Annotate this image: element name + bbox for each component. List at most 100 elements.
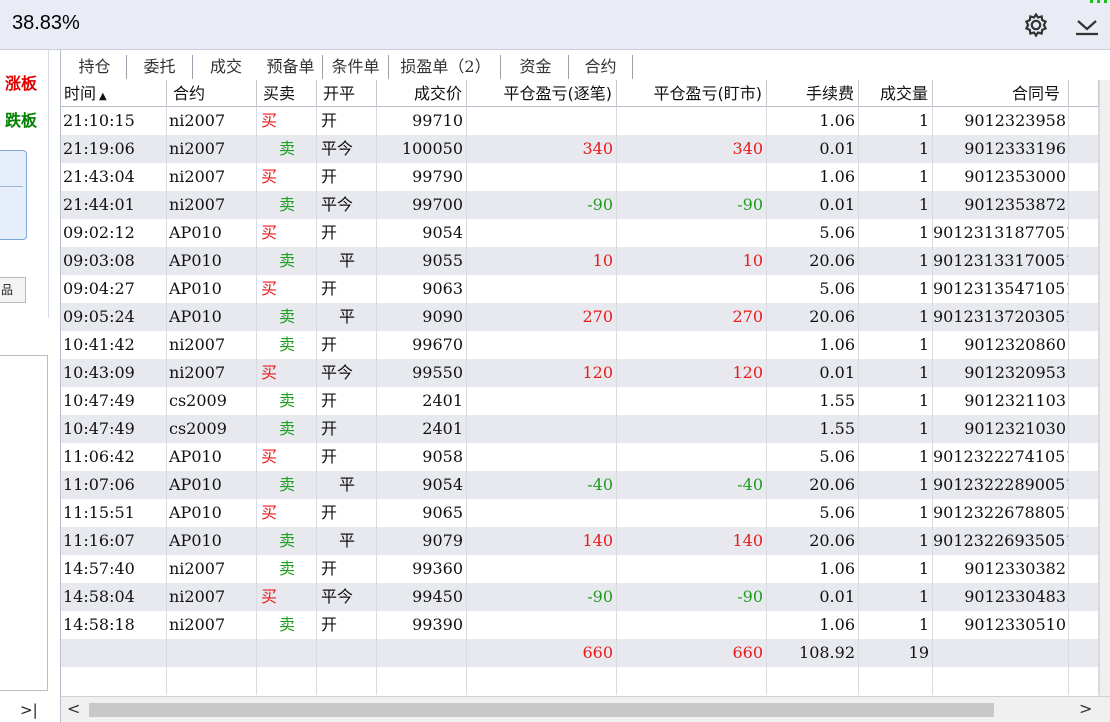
column-header[interactable]: 买卖: [257, 80, 317, 107]
cell-pnl-mark: [617, 499, 767, 527]
tab-6[interactable]: 资金: [503, 55, 569, 79]
table-row[interactable]: 11:07:06 AP010 卖平 9054 -40 -40 20.06 1 901232228…: [61, 471, 1099, 499]
cell-price: 2401: [377, 387, 467, 415]
cell-contract: ni2007: [167, 107, 257, 135]
column-header-label: 成交价: [413, 84, 462, 103]
tab-5[interactable]: 损盈单（2）: [391, 55, 501, 79]
tab-bar: 持仓 委托 成交 预备单 条件单 损盈单（2） 资金 合约: [61, 55, 1110, 79]
tab-2[interactable]: 成交: [193, 55, 259, 79]
column-header[interactable]: 平仓盈亏(盯市): [617, 80, 767, 107]
cell-price: 9055: [377, 247, 467, 275]
column-header-label: 成交量: [879, 84, 928, 103]
table-row[interactable]: 21:10:15 ni2007 买开 99710 1.06 1 9012323958: [61, 107, 1099, 135]
totals-fee: 108.92: [767, 639, 859, 667]
column-header[interactable]: 成交价: [377, 80, 467, 107]
cell-oc: 开: [317, 163, 377, 191]
cell--blank: [1069, 219, 1099, 247]
table-row[interactable]: 10:43:09 ni2007 买平今 99550 120 120 0.01 1 9012320…: [61, 359, 1099, 387]
cell-fee: 1.06: [767, 611, 859, 639]
table-row[interactable]: 14:58:18 ni2007 卖开 99390 1.06 1 9012330510: [61, 611, 1099, 639]
table-row[interactable]: 10:47:49 cs2009 卖开 2401 1.55 1 9012321030: [61, 415, 1099, 443]
cell-fee: 5.06: [767, 219, 859, 247]
cell-time: 14:58:04: [61, 583, 167, 611]
table-row[interactable]: 11:15:51AP010买开9065 5.061901232267880515: [61, 499, 1099, 527]
cell-oc: 平: [317, 247, 377, 275]
cell-fee: 20.06: [767, 471, 859, 499]
tab-3[interactable]: 预备单: [259, 55, 323, 79]
table-row[interactable]: 09:02:12AP010买开9054 5.061901231318770515: [61, 219, 1099, 247]
indicator-mark: [1090, 0, 1093, 3]
column-header[interactable]: 时间 ▲: [61, 80, 167, 107]
table-row[interactable]: 09:05:24 AP010 卖平 9090 270 270 20.06 1 901231372…: [61, 303, 1099, 331]
cell-price: 100050: [377, 135, 467, 163]
table-row[interactable]: 21:19:06 ni2007 卖平今 100050 340 340 0.01 1 901233…: [61, 135, 1099, 163]
table-row[interactable]: 10:41:42 ni2007 卖开 99670 1.06 1 9012320860: [61, 331, 1099, 359]
table-row[interactable]: 11:06:42AP010买开9058 5.061901232227410515: [61, 443, 1099, 471]
chevron-down-bar-icon[interactable]: [1074, 13, 1100, 39]
collapse-right-icon[interactable]: >|: [20, 701, 38, 719]
column-header[interactable]: 合约: [167, 80, 257, 107]
cell-pnl-trade: [467, 611, 617, 639]
cell-time: 11:16:07: [61, 527, 167, 555]
cell-side: 卖: [257, 471, 317, 499]
cell-qty: 1: [859, 527, 933, 555]
cell-qty: 1: [859, 275, 933, 303]
sort-asc-icon: ▲: [99, 91, 107, 102]
cell-side: 卖: [257, 303, 317, 331]
scroll-left-icon[interactable]: <: [67, 699, 80, 718]
cell-order: 9012323958: [933, 107, 1069, 135]
tab-7[interactable]: 合约: [569, 55, 633, 79]
column-header-label: 平仓盈亏(盯市): [653, 84, 763, 103]
table-row[interactable]: 21:44:01 ni2007 卖平今 99700 -90 -90 0.01 1 9012353…: [61, 191, 1099, 219]
cell--blank: [1069, 331, 1099, 359]
cell-pnl-trade: 140: [467, 527, 617, 555]
table-row[interactable]: 09:04:27AP010买开9063 5.061901231354710515: [61, 275, 1099, 303]
cell-order: 9012353000: [933, 163, 1069, 191]
side-button[interactable]: 品: [0, 277, 26, 303]
totals-oc: [317, 639, 377, 667]
cell-time: 14:57:40: [61, 555, 167, 583]
cell-oc: 平: [317, 527, 377, 555]
limit-up-label[interactable]: 涨板: [5, 70, 37, 94]
cell-fee: 20.06: [767, 527, 859, 555]
table-row[interactable]: 14:58:04 ni2007 买平今 99450 -90 -90 0.01 1 9012330…: [61, 583, 1099, 611]
cell-order: 901232228900515: [933, 471, 1069, 499]
cell-price: 9058: [377, 443, 467, 471]
totals--blank: [1069, 639, 1099, 667]
column-header[interactable]: 开平: [317, 80, 377, 107]
table-row[interactable]: 14:57:40 ni2007 卖开 99360 1.06 1 9012330382: [61, 555, 1099, 583]
cell-qty: 1: [859, 163, 933, 191]
cell-side: 买: [257, 163, 317, 191]
cell-order: 9012321103: [933, 387, 1069, 415]
column-header-label: 合约: [173, 84, 206, 103]
price-input-box[interactable]: [0, 150, 27, 240]
cell-qty: 1: [859, 555, 933, 583]
table-row[interactable]: 11:16:07 AP010 卖平 9079 140 140 20.06 1 901232269…: [61, 527, 1099, 555]
column-header[interactable]: 手续费: [767, 80, 859, 107]
cell-qty: 1: [859, 135, 933, 163]
column-header[interactable]: 成交量: [859, 80, 933, 107]
left-panel: 涨板 跌板 品 >|: [0, 50, 60, 722]
column-header[interactable]: 合同号: [933, 80, 1069, 107]
cell-pnl-mark: [617, 387, 767, 415]
column-header-label: 买卖: [263, 84, 296, 103]
horizontal-scrollbar[interactable]: < >: [61, 696, 1110, 722]
tab-4[interactable]: 条件单: [323, 55, 389, 79]
tab-1[interactable]: 委托: [127, 55, 193, 79]
cell-pnl-trade: -40: [467, 471, 617, 499]
column-header[interactable]: 平仓盈亏(逐笔): [467, 80, 617, 107]
gear-icon[interactable]: [1023, 12, 1049, 38]
table-row[interactable]: 10:47:49 cs2009 卖开 2401 1.55 1 9012321103: [61, 387, 1099, 415]
table-row[interactable]: 21:43:04 ni2007 买开 99790 1.06 1 9012353000: [61, 163, 1099, 191]
vertical-scrollbar[interactable]: [1099, 80, 1110, 696]
cell-order: 901232269350515: [933, 527, 1069, 555]
scroll-right-icon[interactable]: >: [1079, 699, 1092, 718]
table-row[interactable]: 09:03:08 AP010 卖平 9055 10 10 20.06 1 90123133170…: [61, 247, 1099, 275]
tab-0[interactable]: 持仓: [63, 55, 127, 79]
cell--blank: [1069, 471, 1099, 499]
cell-price: 99450: [377, 583, 467, 611]
empty-cell: [257, 667, 317, 695]
cell-pnl-trade: [467, 163, 617, 191]
scrollbar-thumb[interactable]: [89, 703, 994, 717]
limit-down-label[interactable]: 跌板: [5, 107, 37, 131]
